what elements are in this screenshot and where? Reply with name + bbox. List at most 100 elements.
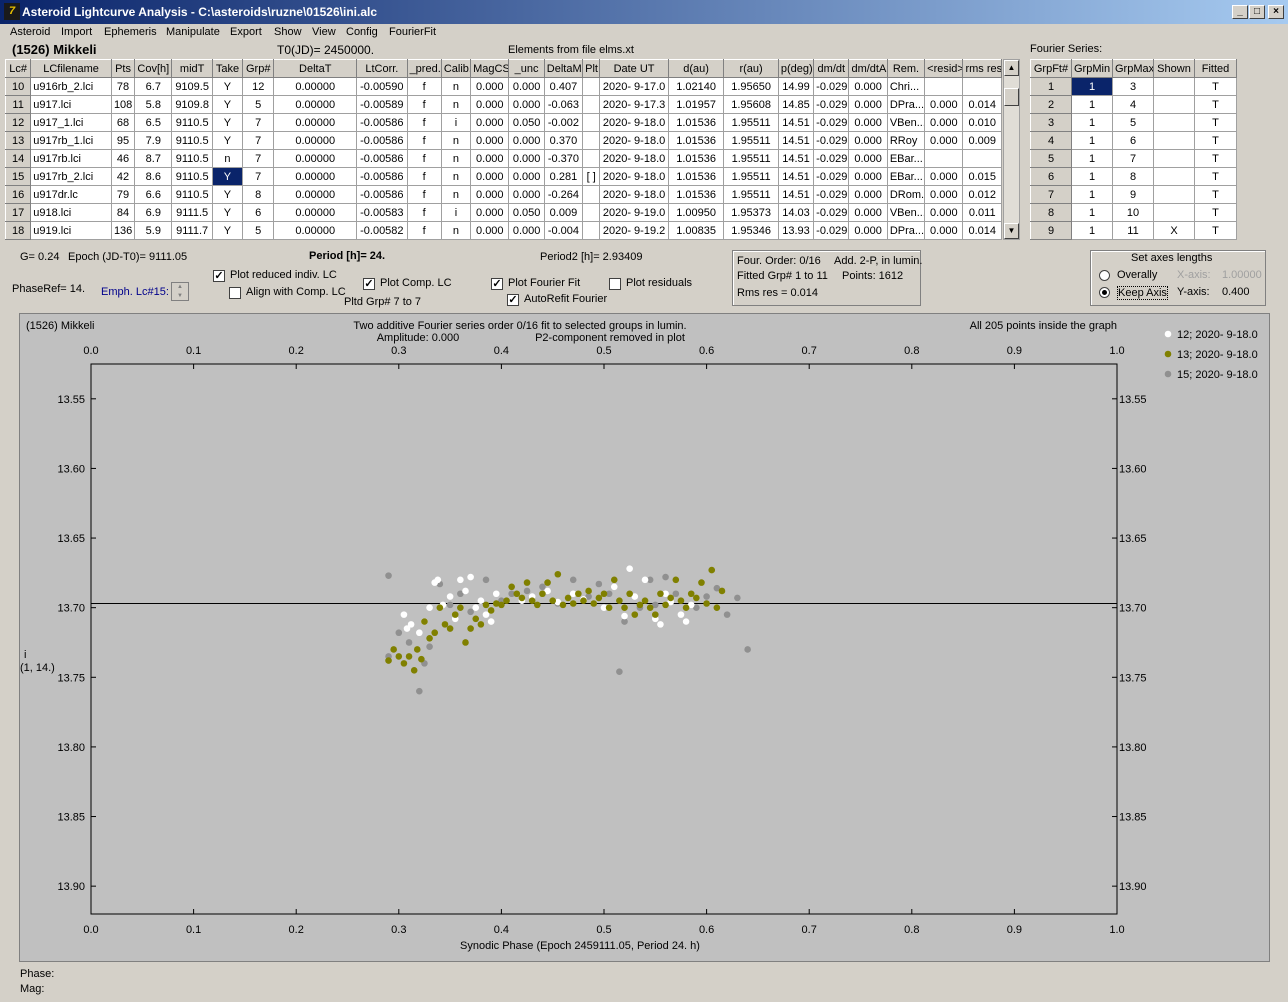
lc-table-cell[interactable]: -0.002: [543, 113, 584, 132]
fourier-table-row[interactable]: 719 T: [1030, 185, 1237, 204]
lc-row-number[interactable]: 18: [4, 221, 32, 240]
plot-fourier-checkbox[interactable]: ✓: [491, 278, 503, 290]
lc-table-row[interactable]: 14 u917rb.lci 46 8.7 9110.5 n 7 0.00000 -0.00586…: [4, 149, 1002, 168]
lc-table-cell[interactable]: 0.000: [924, 185, 964, 204]
lc-table-cell[interactable]: u917rb_1.lci: [30, 131, 112, 150]
fourier-table-row[interactable]: 315 T: [1030, 113, 1237, 132]
lc-table-cell[interactable]: 1.01536: [667, 149, 725, 168]
lc-table-cell[interactable]: 78: [110, 77, 136, 96]
lc-table-cell[interactable]: 1.95511: [723, 149, 779, 168]
lc-table-cell[interactable]: DPra...: [886, 221, 926, 240]
lc-table-cell[interactable]: [582, 131, 601, 150]
lc-table-cell[interactable]: 0.011: [962, 203, 1002, 222]
fourier-table-cell[interactable]: [1153, 167, 1195, 186]
lc-row-number[interactable]: 16: [4, 185, 32, 204]
lc-table-cell[interactable]: f: [406, 167, 442, 186]
fourier-table-cell[interactable]: X: [1153, 221, 1195, 240]
lc-table-cell[interactable]: 1.95373: [723, 203, 779, 222]
lc-table-cell[interactable]: 2020- 9-18.0: [599, 131, 669, 150]
lc-table-cell[interactable]: [582, 149, 601, 168]
lc-table-cell[interactable]: 1.95650: [723, 77, 779, 96]
fourier-table-cell[interactable]: [1153, 95, 1195, 114]
fourier-row-number[interactable]: 8: [1030, 203, 1072, 222]
lc-table-cell[interactable]: 79: [110, 185, 136, 204]
lc-table-cell[interactable]: 0.281: [543, 167, 584, 186]
lc-table-cell[interactable]: 9110.5: [171, 185, 213, 204]
fourier-table-cell[interactable]: 9: [1112, 185, 1154, 204]
lc-table-cell[interactable]: 46: [110, 149, 136, 168]
lc-table-cell[interactable]: 0.370: [543, 131, 584, 150]
lc-table-cell[interactable]: 68: [110, 113, 136, 132]
lc-table-cell[interactable]: 7: [242, 131, 275, 150]
scroll-thumb[interactable]: [1004, 88, 1019, 106]
menu-import[interactable]: Import: [61, 26, 92, 38]
lc-table-cell[interactable]: 0.000: [508, 185, 545, 204]
lc-table-row[interactable]: 16 u917dr.lc 79 6.6 9110.5 Y 8 0.00000 -0.00586 f…: [4, 185, 1002, 204]
lc-table-cell[interactable]: Y: [211, 221, 244, 240]
lc-column-header[interactable]: MagCS: [470, 59, 510, 78]
lc-table-cell[interactable]: 0.000: [848, 113, 888, 132]
lc-table-cell[interactable]: [962, 77, 1002, 96]
lc-table-cell[interactable]: 108: [110, 95, 136, 114]
lc-table-cell[interactable]: 0.014: [962, 221, 1002, 240]
lc-table-cell[interactable]: 0.00000: [273, 185, 358, 204]
fourier-table-cell[interactable]: 1: [1071, 203, 1113, 222]
lc-table-cell[interactable]: 1.00950: [667, 203, 725, 222]
lc-table-cell[interactable]: [924, 149, 964, 168]
fourier-table-row[interactable]: 517 T: [1030, 149, 1237, 168]
lc-table-cell[interactable]: 0.00000: [273, 203, 358, 222]
fourier-table-cell[interactable]: T: [1194, 185, 1237, 204]
lc-column-header[interactable]: rms res: [962, 59, 1002, 78]
fourier-table-cell[interactable]: 6: [1112, 131, 1154, 150]
lc-table-cell[interactable]: Y: [211, 77, 244, 96]
lc-table-cell[interactable]: 1.02140: [667, 77, 725, 96]
fourier-table-cell[interactable]: 1: [1071, 167, 1113, 186]
lc-table-cell[interactable]: 6.7: [134, 77, 173, 96]
lc-table-cell[interactable]: [582, 221, 601, 240]
lc-table-cell[interactable]: 0.00000: [273, 95, 358, 114]
fourier-table-cell[interactable]: 1: [1071, 95, 1113, 114]
lc-table-cell[interactable]: -0.00590: [356, 77, 408, 96]
fourier-table-cell[interactable]: 1: [1071, 113, 1113, 132]
lc-table-cell[interactable]: 0.000: [924, 113, 964, 132]
fourier-table-cell[interactable]: 8: [1112, 167, 1154, 186]
lc-table-cell[interactable]: 0.000: [508, 131, 545, 150]
lc-table-cell[interactable]: 6.5: [134, 113, 173, 132]
fourier-table-cell[interactable]: 3: [1112, 77, 1154, 96]
lc-row-number[interactable]: 11: [4, 95, 32, 114]
lc-column-header[interactable]: dm/dtA: [848, 59, 888, 78]
lc-table-cell[interactable]: 8: [242, 185, 275, 204]
lc-table-cell[interactable]: f: [406, 131, 442, 150]
lc-table-scrollbar[interactable]: ▲ ▼: [1003, 59, 1020, 240]
menu-view[interactable]: View: [312, 26, 336, 38]
lc-table-cell[interactable]: 0.00000: [273, 77, 358, 96]
fourier-table-cell[interactable]: 11: [1112, 221, 1154, 240]
lc-column-header[interactable]: _pred.: [406, 59, 442, 78]
lc-table-cell[interactable]: 14.85: [777, 95, 815, 114]
lc-table-cell[interactable]: f: [406, 113, 442, 132]
plot-residuals-checkbox[interactable]: [609, 278, 621, 290]
lc-table-cell[interactable]: f: [406, 203, 442, 222]
lc-table-cell[interactable]: i: [440, 113, 472, 132]
lc-table-cell[interactable]: 0.000: [508, 95, 545, 114]
lc-table-cell[interactable]: 0.000: [848, 167, 888, 186]
lc-table-cell[interactable]: 0.000: [470, 221, 510, 240]
autorefit-checkbox[interactable]: ✓: [507, 294, 519, 306]
lc-table-cell[interactable]: 14.51: [777, 131, 815, 150]
lc-table-cell[interactable]: VBen...: [886, 203, 926, 222]
menu-manipulate[interactable]: Manipulate: [166, 26, 220, 38]
lc-table-cell[interactable]: [962, 149, 1002, 168]
lc-table-cell[interactable]: 0.015: [962, 167, 1002, 186]
lc-table-cell[interactable]: EBar...: [886, 167, 926, 186]
lc-table-cell[interactable]: Y: [211, 95, 244, 114]
fourier-column-header[interactable]: GrpFt#: [1030, 59, 1072, 78]
lc-column-header[interactable]: DeltaM: [543, 59, 584, 78]
lc-table-cell[interactable]: 6.6: [134, 185, 173, 204]
lc-table-row[interactable]: 17 u918.lci 84 6.9 9111.5 Y 6 0.00000 -0.00583 f i…: [4, 203, 1002, 222]
fourier-table-cell[interactable]: [1153, 113, 1195, 132]
lc-table-cell[interactable]: 13.93: [777, 221, 815, 240]
lc-column-header[interactable]: Pts: [110, 59, 136, 78]
lc-table-cell[interactable]: -0.264: [543, 185, 584, 204]
lc-table-cell[interactable]: 6.9: [134, 203, 173, 222]
lc-column-header[interactable]: dm/dt: [813, 59, 850, 78]
